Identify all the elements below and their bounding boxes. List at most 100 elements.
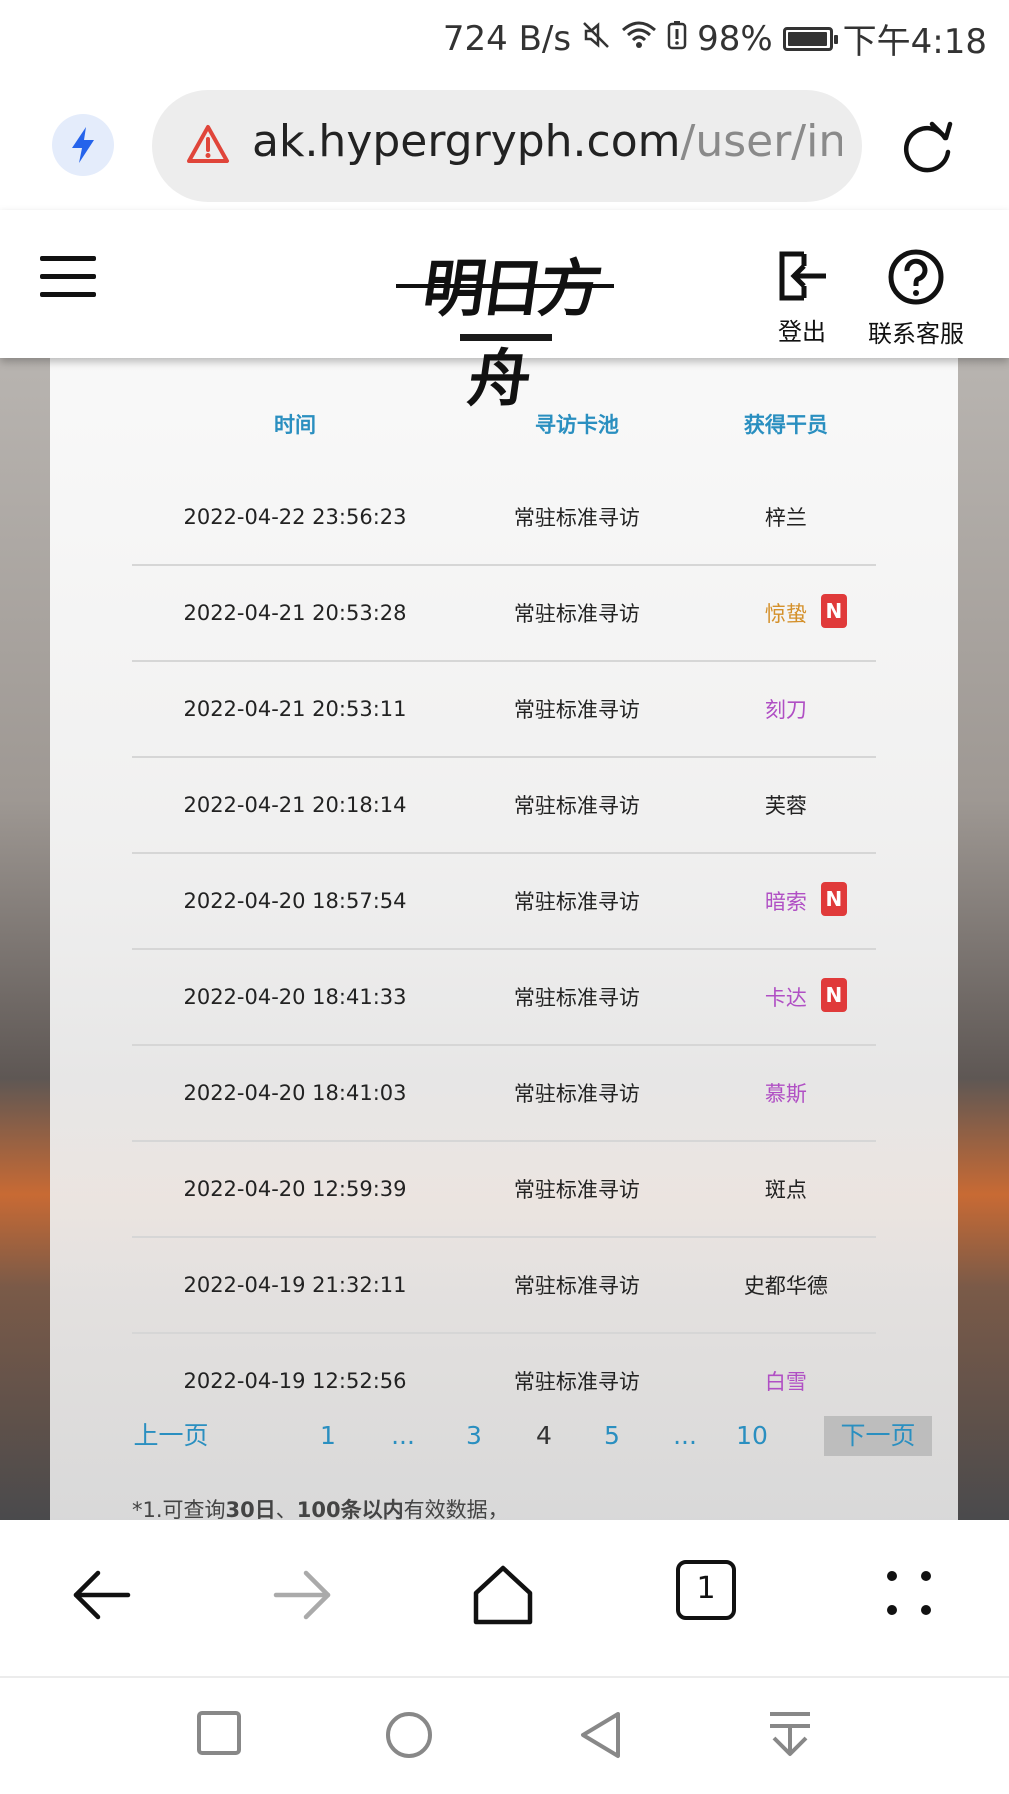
tabs-icon[interactable]: 1 [676, 1560, 736, 1620]
prev-page-button[interactable]: 上一页 [130, 1416, 212, 1456]
table-row: 2022-04-19 21:32:11 常驻标准寻访 史都华德 [132, 1237, 876, 1334]
site-header: 明日方舟 登出 联系客服 [0, 210, 1009, 415]
operator-text: 卡达 [764, 986, 807, 1010]
battery-fill [787, 31, 827, 46]
clock: 下午4:18 [842, 22, 987, 62]
home-icon[interactable] [472, 1564, 534, 1630]
table-row: 2022-04-19 12:52:56 常驻标准寻访 白雪 [132, 1333, 876, 1428]
note-separator: 、 [275, 1498, 297, 1522]
row-operator: 卡达 N [695, 949, 876, 1046]
operator-name: 斑点 [765, 1174, 807, 1204]
row-pool: 常驻标准寻访 [458, 1045, 696, 1142]
table-row: 2022-04-20 18:57:54 常驻标准寻访 暗索 N [132, 853, 876, 950]
operator-name: 芙蓉 [765, 790, 807, 820]
records-card: 时间 寻访卡池 获得干员 2022-04-22 23:56:23 常驻标准寻访 梓兰… [50, 358, 958, 1522]
page-current: 4 [536, 1421, 552, 1450]
wifi-icon [621, 19, 657, 59]
browser-url-row: ak.hypergryph.com/user/inqu [0, 80, 1009, 210]
reload-icon[interactable] [898, 118, 956, 180]
recents-square-icon[interactable] [196, 1710, 242, 1760]
back-triangle-icon[interactable] [578, 1710, 624, 1764]
table-row: 2022-04-22 23:56:23 常驻标准寻访 梓兰 [132, 470, 876, 566]
operator-text: 惊蛰 [764, 602, 807, 626]
pagination: 上一页 1 ... 3 4 5 ... 10 下一页 [132, 1416, 932, 1462]
url-path: /user/inqu [680, 116, 842, 167]
operator-text: 芙蓉 [764, 794, 807, 818]
logout-button[interactable]: 登出 [774, 248, 830, 347]
bolt-icon[interactable] [52, 114, 114, 176]
site-logo[interactable]: 明日方舟 [396, 238, 614, 415]
note-count: 100条以内 [296, 1498, 404, 1522]
url-domain: ak.hypergryph.com [252, 116, 681, 167]
page-ellipsis[interactable]: ... [386, 1416, 420, 1456]
row-pool: 常驻标准寻访 [458, 1141, 696, 1238]
help-icon [888, 249, 944, 305]
table-row: 2022-04-21 20:53:11 常驻标准寻访 刻刀 [132, 661, 876, 758]
operator-name: 刻刀 [765, 694, 807, 724]
battery-icon [782, 26, 838, 51]
row-time: 2022-04-19 21:32:11 [132, 1237, 458, 1334]
table-row: 2022-04-20 12:59:39 常驻标准寻访 斑点 [132, 1141, 876, 1238]
row-operator: 芙蓉 [695, 757, 876, 854]
notification-pull-icon[interactable] [766, 1710, 814, 1764]
support-button[interactable]: 联系客服 [868, 248, 964, 349]
menu-dots-icon[interactable] [884, 1568, 934, 1622]
page-link[interactable]: 3 [462, 1416, 486, 1456]
row-time: 2022-04-21 20:18:14 [132, 757, 458, 854]
header-operator: 获得干员 [743, 413, 828, 437]
row-operator: 史都华德 [695, 1237, 876, 1334]
browser-toolbar: 1 [0, 1520, 1009, 1678]
row-pool: 常驻标准寻访 [458, 661, 696, 758]
forward-arrow-icon[interactable] [272, 1564, 334, 1630]
net-speed: 724 B/s [442, 18, 572, 59]
next-page-button[interactable]: 下一页 [824, 1416, 932, 1456]
row-pool: 常驻标准寻访 [513, 1370, 640, 1394]
row-pool: 常驻标准寻访 [458, 470, 696, 566]
page-link[interactable]: 10 [732, 1416, 772, 1456]
new-badge: N [820, 594, 847, 628]
logo-bar [460, 334, 552, 341]
logo-text: 明日方舟 [418, 252, 603, 415]
row-time: 2022-04-22 23:56:23 [132, 470, 458, 566]
row-time: 2022-04-20 18:57:54 [132, 853, 458, 950]
table-row: 2022-04-20 18:41:33 常驻标准寻访 卡达 N [132, 949, 876, 1046]
row-operator: 暗索 N [695, 853, 876, 950]
status-bar: 724 B/s 98% 下午4:18 [0, 0, 1009, 72]
gacha-history-table: 时间 寻访卡池 获得干员 2022-04-22 23:56:23 常驻标准寻访 梓兰… [132, 378, 876, 1428]
page-ellipsis[interactable]: ... [668, 1416, 702, 1456]
table-row: 2022-04-20 18:41:03 常驻标准寻访 慕斯 [132, 1045, 876, 1142]
operator-text: 白雪 [764, 1370, 807, 1394]
battery-percent: 98% [697, 18, 773, 59]
note-days: 30日 [225, 1498, 276, 1522]
support-label: 联系客服 [868, 320, 964, 348]
battery-alert-icon [667, 19, 687, 59]
new-badge: N [820, 882, 847, 916]
mute-icon [581, 19, 611, 59]
note-suffix: 有效数据， [403, 1498, 509, 1522]
operator-text: 梓兰 [764, 506, 807, 530]
url-text[interactable]: ak.hypergryph.com/user/inqu [252, 116, 842, 167]
operator-text: 史都华德 [743, 1274, 828, 1298]
address-bar[interactable]: ak.hypergryph.com/user/inqu [152, 90, 862, 202]
table-row: 2022-04-21 20:18:14 常驻标准寻访 芙蓉 [132, 757, 876, 854]
operator-name: 慕斯 [765, 1078, 807, 1108]
row-pool: 常驻标准寻访 [458, 1237, 696, 1334]
new-badge: N [820, 978, 847, 1012]
page-link[interactable]: 1 [316, 1416, 340, 1456]
row-pool: 常驻标准寻访 [458, 949, 696, 1046]
row-operator: 白雪 [696, 1333, 876, 1428]
row-operator: 梓兰 [695, 470, 876, 566]
operator-text: 刻刀 [764, 698, 807, 722]
row-time: 2022-04-20 18:41:33 [132, 949, 458, 1046]
page-link[interactable]: 5 [600, 1416, 624, 1456]
row-time: 2022-04-20 12:59:39 [132, 1141, 458, 1238]
row-pool: 常驻标准寻访 [458, 565, 696, 662]
hamburger-menu-icon[interactable] [40, 256, 96, 298]
row-time: 2022-04-21 20:53:11 [132, 661, 458, 758]
back-arrow-icon[interactable] [70, 1564, 132, 1630]
warning-icon[interactable] [186, 124, 230, 168]
operator-name: 惊蛰 N [764, 594, 847, 628]
row-time: 2022-04-20 18:41:03 [132, 1045, 458, 1142]
home-circle-icon[interactable] [384, 1710, 434, 1764]
row-time: 2022-04-19 12:52:56 [183, 1369, 407, 1393]
